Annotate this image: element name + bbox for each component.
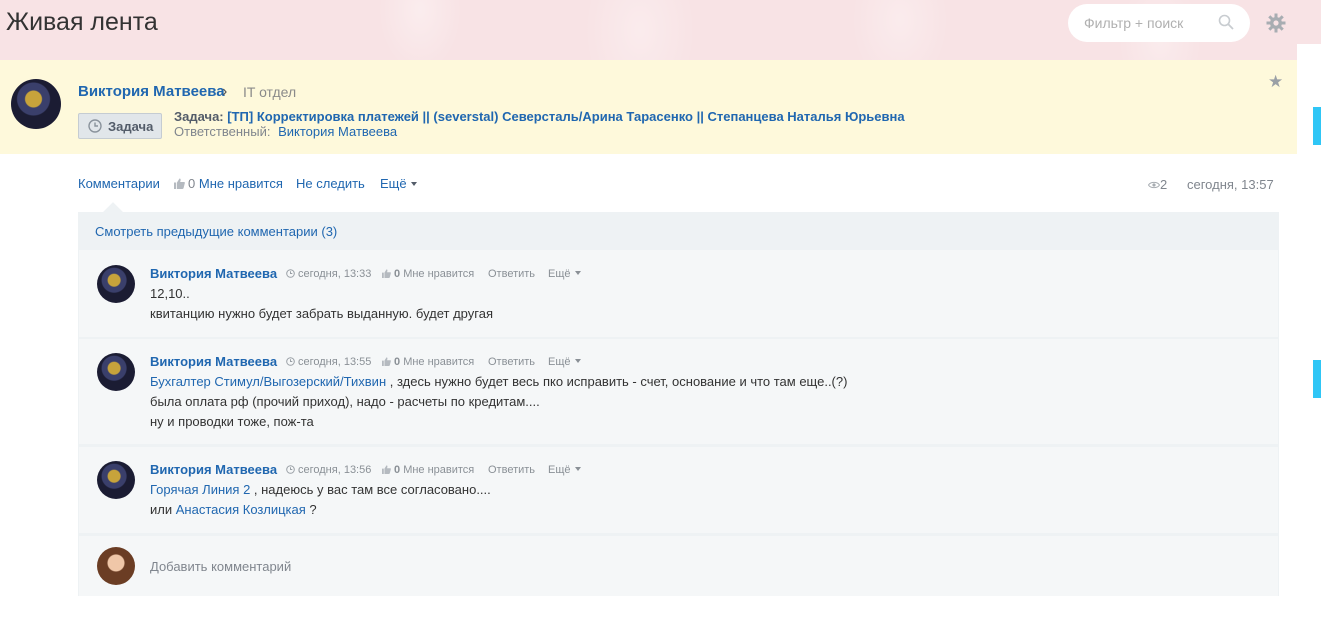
comment-more-menu[interactable]: Ещё [548,356,581,368]
comment-text-line: ну и проводки тоже, пож-та [150,414,314,429]
comment-text-line: Горячая Линия 2 , надеюсь у вас там все … [150,482,491,497]
comment-like-count: 0 [394,464,401,476]
avatar [97,547,135,585]
avatar[interactable] [11,79,61,129]
task-prefix: Задача: [174,109,224,124]
comment-time-text: сегодня, 13:56 [298,464,372,476]
comment-like-count: 0 [394,356,401,368]
comment-time: сегодня, 13:33 [286,268,371,280]
comment-reply-link[interactable]: Ответить [488,268,535,280]
views-counter: 2 [1147,177,1168,192]
comment-time: сегодня, 13:55 [286,356,371,368]
comment-text-line: 12,10.. [150,286,190,301]
comment-like-button[interactable]: 0 Мне нравится [382,268,474,280]
caret-down-icon [574,271,581,275]
comment-more-menu[interactable]: Ещё [548,464,581,476]
responsible-line: Ответственный: Виктория Матвеева [174,124,397,139]
feed-post: Виктория Матвеева › IT отдел ★ Задача За… [0,60,1297,634]
add-comment-row[interactable]: Добавить комментарий [79,536,1278,596]
chevron-right-icon: › [222,83,228,100]
post-date: сегодня, 13:57 [1187,177,1274,192]
star-icon[interactable]: ★ [1268,72,1283,92]
responsible-link[interactable]: Виктория Матвеева [278,124,397,139]
more-menu[interactable]: Ещё [380,176,417,191]
comment-author-link[interactable]: Виктория Матвеева [150,266,277,281]
comment-like-label: Мне нравится [403,356,475,368]
comment-author-link[interactable]: Виктория Матвеева [150,462,277,477]
add-comment-field[interactable]: Добавить комментарий [150,559,291,574]
comments-block: Смотреть предыдущие комментарии (3) Викт… [78,202,1279,596]
comment-like-label: Мне нравится [403,268,475,280]
comment-reply-link[interactable]: Ответить [488,464,535,476]
search-input[interactable] [1068,4,1226,42]
comment-text: или [150,502,176,517]
like-count: 0 [188,176,196,191]
right-panel-tab[interactable] [1313,107,1321,145]
task-line: Задача: [ТП] Корректировка платежей || (… [174,109,905,124]
comment-author-link[interactable]: Виктория Матвеева [150,354,277,369]
avatar[interactable] [97,353,135,391]
views-count: 2 [1160,177,1168,192]
task-badge: Задача [78,113,162,139]
clock-icon [286,465,295,474]
comment-text: , надеюсь у вас там все согласовано.... [250,482,491,497]
comment-more-label: Ещё [548,268,571,280]
comment-more-menu[interactable]: Ещё [548,268,581,280]
comment-more-label: Ещё [548,356,571,368]
comment-like-count: 0 [394,268,401,280]
more-label: Ещё [380,176,407,191]
comment-more-label: Ещё [548,464,571,476]
caret-down-icon [574,359,581,363]
comment-time: сегодня, 13:56 [286,464,371,476]
unfollow-link[interactable]: Не следить [296,176,365,191]
comments-notch [103,202,123,222]
comment-text: , здесь нужно будет весь пко исправить -… [386,374,848,389]
previous-comments-link[interactable]: Смотреть предыдущие комментарии (3) [95,224,337,239]
comment-time-text: сегодня, 13:55 [298,356,372,368]
comment-time-text: сегодня, 13:33 [298,268,372,280]
clock-icon [286,269,295,278]
caret-down-icon [574,467,581,471]
avatar[interactable] [97,265,135,303]
comment-like-button[interactable]: 0 Мне нравится [382,464,474,476]
thumb-up-icon [382,357,391,366]
task-title-link[interactable]: [ТП] Корректировка платежей || (seversta… [227,109,904,124]
search-box[interactable] [1068,4,1250,42]
caret-down-icon [410,182,417,186]
thumb-up-icon [382,269,391,278]
page-title: Живая лента [6,8,158,36]
clock-icon [286,357,295,366]
comment-text-line: или Анастасия Козлицкая ? [150,502,317,517]
mention-link[interactable]: Анастасия Козлицкая [176,502,306,517]
mention-link[interactable]: Горячая Линия 2 [150,482,250,497]
comment: Виктория Матвеева сегодня, 13:33 0 Мне н… [79,250,1278,337]
comment-text-line: квитанцию нужно будет забрать выданную. … [150,306,493,321]
comment-text-line: была оплата рф (прочий приход), надо - р… [150,394,540,409]
right-panel-tab[interactable] [1313,360,1321,398]
comment-reply-link[interactable]: Ответить [488,356,535,368]
comment-text-line: Бухгалтер Стимул/Выгозерский/Тихвин , зд… [150,374,847,389]
post-header: Виктория Матвеева › IT отдел ★ Задача За… [0,60,1297,154]
mention-link[interactable]: Бухгалтер Стимул/Выгозерский/Тихвин [150,374,386,389]
comments-link[interactable]: Комментарии [78,176,160,191]
thumb-up-icon [174,178,185,189]
thumb-up-icon [382,465,391,474]
eye-icon [1147,181,1161,189]
task-badge-label: Задача [108,119,154,134]
search-icon[interactable] [1218,14,1234,30]
post-group-link[interactable]: IT отдел [243,84,296,100]
avatar[interactable] [97,461,135,499]
like-button[interactable]: 0 Мне нравится [174,176,283,191]
comment: Виктория Матвеева сегодня, 13:55 0 Мне н… [79,339,1278,444]
like-label: Мне нравится [198,176,283,191]
responsible-label: Ответственный: [174,124,271,139]
post-author-link[interactable]: Виктория Матвеева [78,83,225,100]
clock-icon [88,119,102,133]
comment-text: ? [305,502,317,517]
comment: Виктория Матвеева сегодня, 13:56 0 Мне н… [79,447,1278,533]
comment-like-button[interactable]: 0 Мне нравится [382,356,474,368]
comment-like-label: Мне нравится [403,464,475,476]
gear-icon[interactable] [1266,13,1286,33]
